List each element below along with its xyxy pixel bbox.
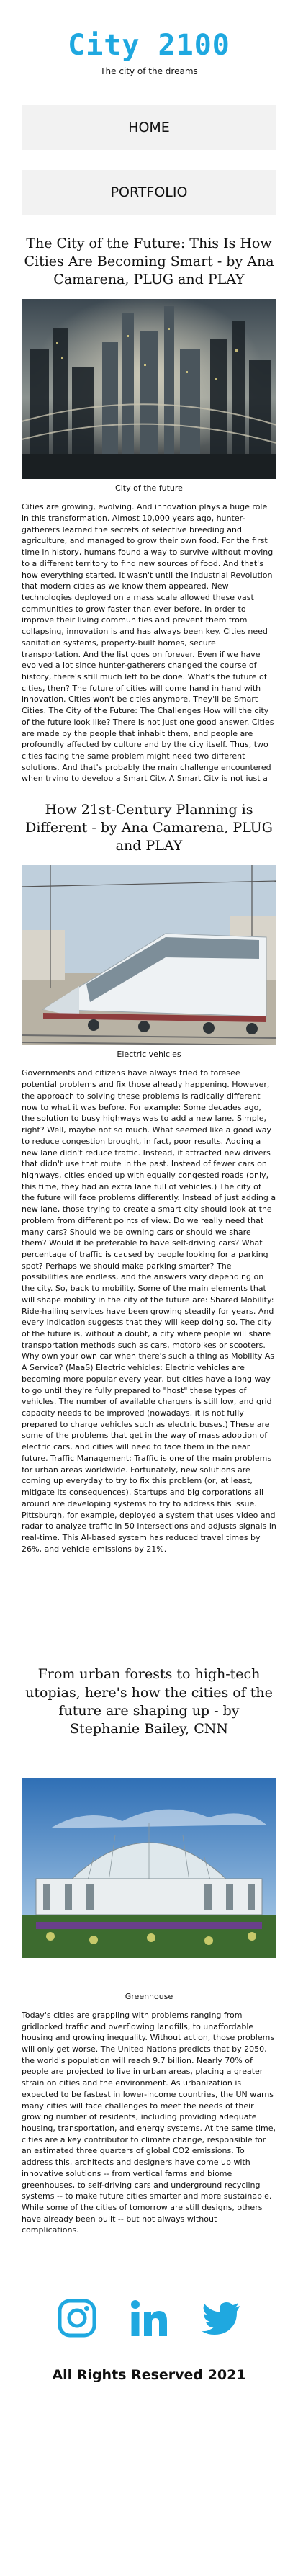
article-body: Governments and citizens have always tri… [22, 1068, 276, 1554]
linkedin-link[interactable] [129, 2298, 169, 2338]
site-title: City 2100 [68, 29, 230, 62]
social-links [0, 2298, 298, 2338]
article-title: From urban forests to high-tech utopias,… [25, 1666, 273, 1737]
image-caption: City of the future [115, 483, 183, 493]
instagram-icon [58, 2299, 96, 2338]
article-title: The City of the Future: This Is How Citi… [24, 236, 274, 288]
futuristic-city-image [22, 299, 276, 480]
greenhouse-image [22, 1777, 276, 1958]
article-figure: Greenhouse [22, 1748, 276, 2001]
image-caption: Electric vehicles [117, 1050, 181, 1060]
article-urban-forests: From urban forests to high-tech utopias,… [0, 1665, 298, 2268]
article-smart-cities: The City of the Future: This Is How Citi… [0, 235, 298, 781]
article-figure: Electric vehicles [22, 865, 276, 1059]
article-21st-century-planning: How 21st-Century Planning is Different -… [0, 801, 298, 1645]
footer-copyright: All Rights Reserved 2021 [52, 2366, 246, 2383]
electric-tram-image [22, 865, 276, 1046]
article-figure: City of the future [22, 299, 276, 493]
article-body: Today's cities are grappling with proble… [22, 2010, 276, 2235]
nav-home-link[interactable]: HOME [22, 105, 276, 150]
twitter-icon [202, 2302, 240, 2335]
article-title: How 21st-Century Planning is Different -… [25, 802, 273, 854]
twitter-link[interactable] [201, 2298, 241, 2338]
nav-portfolio-link[interactable]: PORTFOLIO [22, 170, 276, 215]
image-caption: Greenhouse [125, 1991, 173, 2001]
article-body: Cities are growing, evolving. And innova… [22, 502, 274, 782]
site-header: City 2100 The city of the dreams [0, 0, 298, 76]
site-subtitle: The city of the dreams [100, 66, 198, 76]
main-nav: HOME PORTFOLIO [22, 105, 276, 215]
instagram-link[interactable] [57, 2298, 97, 2338]
linkedin-icon [131, 2299, 167, 2336]
